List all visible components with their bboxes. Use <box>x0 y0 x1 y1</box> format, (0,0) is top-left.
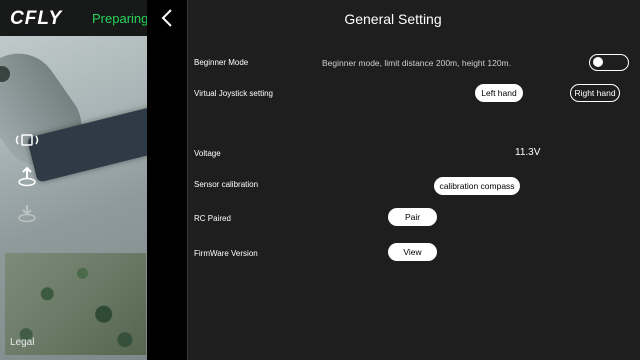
beginner-mode-label: Beginner Mode <box>194 58 249 67</box>
top-bar: CFLY Preparing <box>0 0 147 36</box>
page-title: General Setting <box>344 11 442 27</box>
flight-status: Preparing <box>92 11 147 26</box>
virtual-joystick-label: Virtual Joystick setting <box>194 89 273 98</box>
map-legal-label[interactable]: Legal <box>10 337 34 348</box>
calibration-compass-button[interactable]: calibration compass <box>434 177 520 195</box>
beginner-mode-description: Beginner mode, limit distance 200m, heig… <box>322 58 511 68</box>
takeoff-icon[interactable] <box>13 166 41 191</box>
right-hand-button[interactable]: Right hand <box>570 84 620 102</box>
rc-paired-label: RC Paired <box>194 214 231 223</box>
back-column <box>147 0 188 360</box>
toggle-knob <box>593 57 603 67</box>
pair-button[interactable]: Pair <box>388 208 437 226</box>
phone-rotate-icon[interactable] <box>13 132 41 151</box>
landing-icon[interactable] <box>13 202 41 227</box>
view-firmware-button[interactable]: View <box>388 243 437 261</box>
chevron-left-icon <box>161 9 172 27</box>
beginner-mode-toggle[interactable] <box>589 54 629 71</box>
back-button[interactable] <box>157 8 177 30</box>
voltage-label: Voltage <box>194 149 221 158</box>
app-logo: CFLY <box>10 8 63 29</box>
firmware-version-label: FirmWare Version <box>194 249 258 258</box>
settings-panel: General Setting Beginner Mode Beginner m… <box>188 0 640 360</box>
voltage-value: 11.3V <box>515 147 541 158</box>
sensor-calibration-label: Sensor calibration <box>194 180 259 189</box>
left-hand-button[interactable]: Left hand <box>475 84 523 102</box>
camera-view: CFLY Preparing Legal <box>0 0 147 360</box>
